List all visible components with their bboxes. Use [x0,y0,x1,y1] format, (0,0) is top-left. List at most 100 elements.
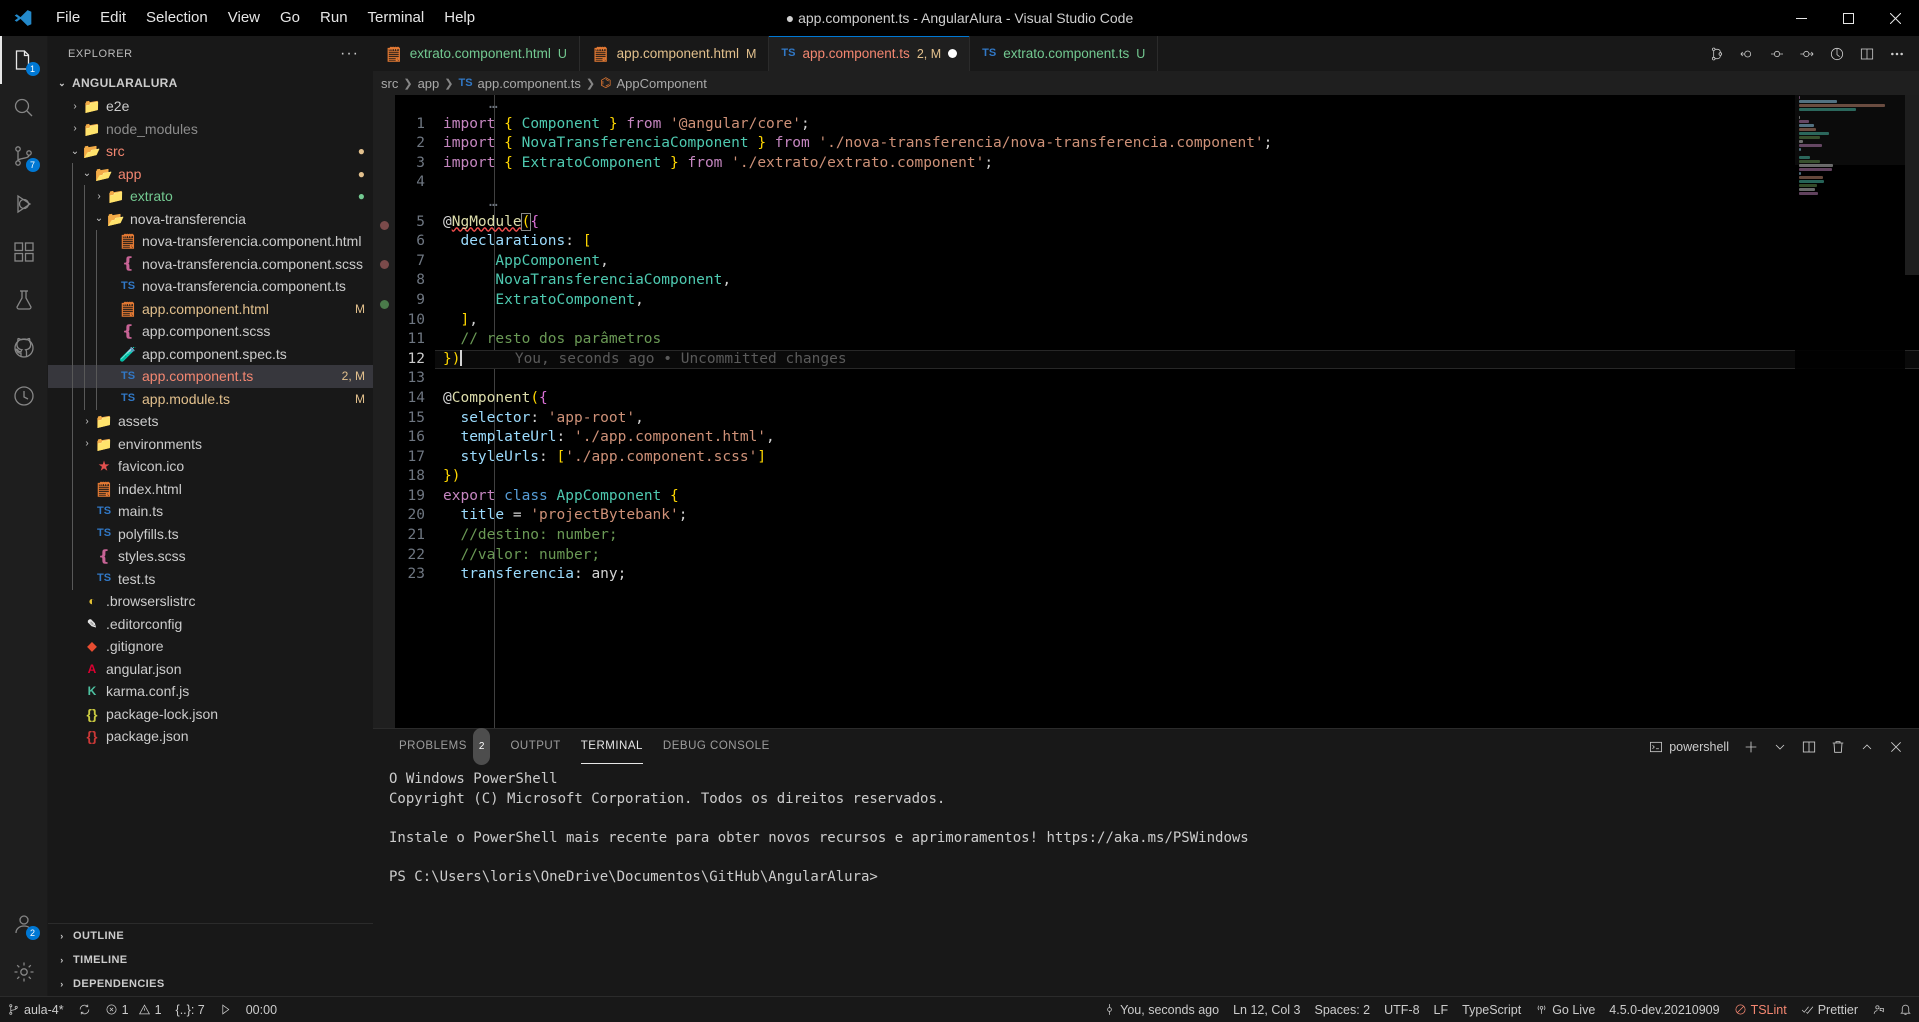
panel-dependencies[interactable]: › DEPENDENCIES [48,972,373,996]
status-notifications[interactable] [1892,997,1919,1022]
code-line[interactable]: import { ExtratoComponent } from './extr… [435,154,1919,174]
split-editor-icon[interactable] [1853,40,1881,68]
code-line[interactable]: }) You, seconds ago • Uncommitted change… [435,349,1919,370]
file-tree[interactable]: ⌄ ANGULARALURA › 📁 e2e › 📁 node_modules ⌄ 📂 src ●… [48,71,373,923]
menu-edit[interactable]: Edit [90,0,136,36]
code-line[interactable]: AppComponent, [435,252,1919,272]
terminal-shell-selector[interactable]: powershell [1649,740,1735,754]
breadcrumb-app[interactable]: app [418,76,440,91]
tree-item-node-modules[interactable]: › 📁 node_modules [48,118,373,141]
breakpoint-dot[interactable] [380,260,389,269]
status-encoding[interactable]: UTF-8 [1377,997,1426,1022]
code-line[interactable]: selector: 'app-root', [435,409,1919,429]
code-line[interactable] [435,173,1919,193]
tree-item-.browserslistrc[interactable]: ◐ .browserslistrc [48,590,373,613]
tree-item-assets[interactable]: › 📁 assets [48,410,373,433]
tree-item-styles.scss[interactable]: ❴ styles.scss [48,545,373,568]
activity-manage-gear-icon[interactable] [0,948,48,996]
menu-selection[interactable]: Selection [136,0,218,36]
tree-item-nova-transferencia.component.scss[interactable]: ❴ nova-transferencia.component.scss [48,252,373,275]
tree-item-app.component.html[interactable]: 🗒 app.component.html M [48,297,373,320]
tree-item-app.component.scss[interactable]: ❴ app.component.scss [48,320,373,343]
editor-tab-app-component-html[interactable]: 🗒 app.component.html M [579,36,770,71]
code-line[interactable]: ExtratoComponent, [435,291,1919,311]
breakpoint-dot[interactable] [380,300,389,309]
kill-terminal-icon[interactable] [1825,734,1851,760]
editor-tabs[interactable]: 🗒 extrato.component.html U 🗒 app.component.h… [373,36,1159,71]
tree-item-nova-transferencia[interactable]: ⌄ 📂 nova-transferencia [48,207,373,230]
tab-debug-console[interactable]: DEBUG CONSOLE [653,729,780,764]
breadcrumb-symbol[interactable]: AppComponent [616,76,706,91]
editor-tab-extrato-component-html[interactable]: 🗒 extrato.component.html U [373,36,580,71]
debug-step-over-icon[interactable] [1763,40,1791,68]
chevron-up-icon[interactable] [1854,734,1880,760]
code-line[interactable]: //destino: number; [435,526,1919,546]
tab-problems[interactable]: PROBLEMS 2 [389,728,500,765]
tree-item-test.ts[interactable]: TS test.ts [48,567,373,590]
code-line[interactable]: //valor: number; [435,546,1919,566]
close-button[interactable] [1872,0,1919,36]
chevron-right-icon[interactable]: › [68,101,82,112]
status-feedback[interactable] [1865,997,1892,1022]
close-panel-icon[interactable] [1883,734,1909,760]
terminal-dropdown-icon[interactable] [1767,734,1793,760]
tree-item-package-lock.json[interactable]: {} package-lock.json [48,703,373,726]
tree-item-package.json[interactable]: {} package.json [48,725,373,748]
debug-step-into-icon[interactable] [1793,40,1821,68]
code-line[interactable]: declarations: [ [435,232,1919,252]
editor-tab-app-component-ts[interactable]: TS app.component.ts 2, M [769,36,971,71]
menu-help[interactable]: Help [434,0,485,36]
code-line[interactable]: import { Component } from '@angular/core… [435,115,1919,135]
code-line[interactable]: ], [435,311,1919,331]
tree-item-app.component.ts[interactable]: TS app.component.ts 2, M [48,365,373,388]
activity-accounts[interactable]: 2 [0,900,48,948]
tree-item-angular.json[interactable]: Aangular.json [48,658,373,681]
tab-terminal[interactable]: TERMINAL [571,729,653,764]
breadcrumb-src[interactable]: src [381,76,398,91]
status-prettier[interactable]: Prettier [1794,997,1865,1022]
dirty-indicator[interactable] [948,49,958,58]
status-ports[interactable]: {..}: 7 [169,997,212,1022]
menu-view[interactable]: View [218,0,270,36]
tree-item-nova-transferencia.component.ts[interactable]: TS nova-transferencia.component.ts [48,275,373,298]
code-line[interactable]: transferencia: any; [435,565,1919,585]
breadcrumb-file[interactable]: app.component.ts [478,76,581,91]
folded-region[interactable]: … [435,95,1919,115]
tree-item-extrato[interactable]: › 📁 extrato ● [48,185,373,208]
debug-restart-icon[interactable] [1733,40,1761,68]
tree-item-environments[interactable]: › 📁 environments [48,432,373,455]
chevron-right-icon[interactable]: › [92,191,106,202]
tree-item-src[interactable]: ⌄ 📂 src ● [48,140,373,163]
menu-file[interactable]: File [46,0,90,36]
status-sync[interactable] [71,997,98,1022]
tree-item-nova-transferencia.component.html[interactable]: 🗒 nova-transferencia.component.html [48,230,373,253]
explorer-more-icon[interactable]: ··· [334,45,365,63]
terminal-output[interactable]: O Windows PowerShell Copyright (C) Micro… [373,764,1919,996]
code-line[interactable]: NovaTransferenciaComponent, [435,271,1919,291]
scrollbar-thumb[interactable] [1905,95,1919,275]
run-icon[interactable] [1823,40,1851,68]
activity-github[interactable] [0,324,48,372]
code-line[interactable]: title = 'projectBytebank'; [435,506,1919,526]
chevron-down-icon[interactable]: ⌄ [80,168,94,179]
activity-search[interactable] [0,84,48,132]
folded-region[interactable]: … [435,193,1919,213]
activity-run-debug[interactable] [0,180,48,228]
status-version[interactable]: 4.5.0-dev.20210909 [1602,997,1726,1022]
tab-output[interactable]: OUTPUT [500,729,570,764]
status-run-task[interactable] [212,997,239,1022]
editor-tab-extrato-component-ts[interactable]: TS extrato.component.ts U [970,36,1159,71]
code-line[interactable]: templateUrl: './app.component.html', [435,428,1919,448]
split-terminal-icon[interactable] [1796,734,1822,760]
status-indentation[interactable]: Spaces: 2 [1308,997,1378,1022]
tree-item-polyfills.ts[interactable]: TS polyfills.ts [48,522,373,545]
status-eol[interactable]: LF [1427,997,1456,1022]
tree-item-.gitignore[interactable]: ◆ .gitignore [48,635,373,658]
more-actions-icon[interactable] [1883,40,1911,68]
tree-item-.editorconfig[interactable]: ✎ .editorconfig [48,613,373,636]
tree-item-app.module.ts[interactable]: TS app.module.ts M [48,387,373,410]
code-line[interactable]: import { NovaTransferenciaComponent } fr… [435,134,1919,154]
status-timer[interactable]: 00:00 [239,997,284,1022]
panel-timeline[interactable]: › TIMELINE [48,948,373,972]
activity-extensions[interactable] [0,228,48,276]
